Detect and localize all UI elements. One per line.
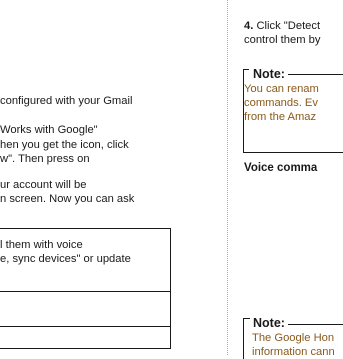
step-number: 4. (244, 20, 254, 32)
left-box-line-1: l them with voice (0, 239, 83, 251)
left-line-5: ur account will be (0, 179, 87, 191)
note-1-line-2: commands. Ev (244, 97, 318, 109)
left-line-2: Works with Google" (0, 124, 98, 136)
left-line-1: configured with your Gmail (0, 95, 133, 107)
left-line-6: n screen. Now you can ask (0, 193, 135, 205)
note-2-title: Note: (253, 316, 285, 330)
left-note-rule-top (0, 228, 171, 229)
step-4-line-1: 4. Click "Detect (244, 20, 320, 33)
note-box-2 (243, 318, 250, 359)
step-4-line-2: control them by (244, 34, 321, 46)
left-note-rule-right (170, 228, 171, 326)
left-note-box (0, 291, 171, 349)
note-2-rule (288, 324, 343, 325)
left-box-line-2: e, sync devices" or update (0, 253, 131, 265)
left-line-3: hen you get the icon, click (0, 139, 129, 151)
left-line-4: w". Then press on (0, 153, 90, 165)
left-note-rule-bottom (0, 326, 171, 327)
note-2-line-2: information cann (252, 346, 335, 358)
note-2-line-1: The Google Hon (252, 332, 335, 344)
note-1-rule (288, 74, 343, 75)
step-text: Click "Detect (253, 20, 321, 32)
note-1-line-1: You can renam (244, 83, 319, 95)
column-divider (227, 0, 228, 355)
note-1-line-3: from the Amaz (244, 111, 317, 123)
voice-commands-heading: Voice comma (244, 162, 318, 174)
note-1-title: Note: (253, 67, 285, 81)
note-1-top-tick (243, 69, 249, 70)
